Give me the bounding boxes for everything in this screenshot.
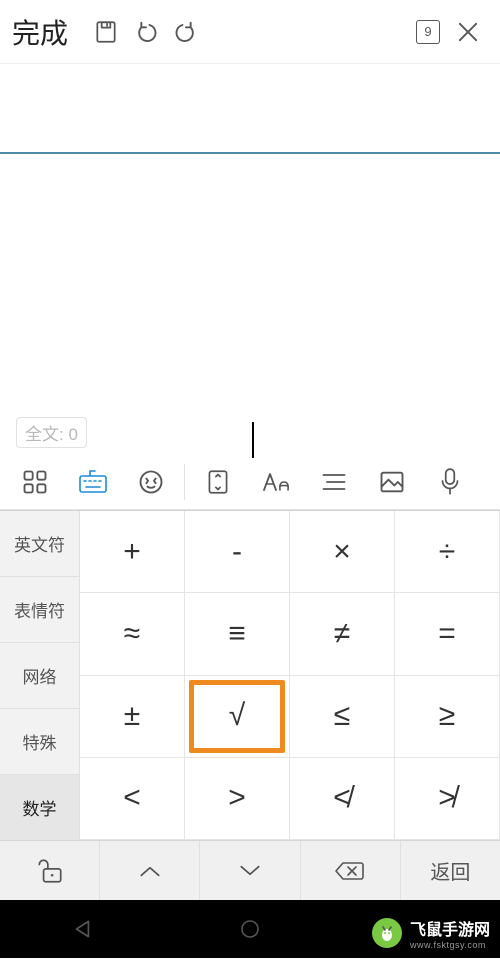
key-gte[interactable]: ≥ xyxy=(395,676,500,758)
backspace-key[interactable] xyxy=(301,841,401,900)
nav-back-button[interactable] xyxy=(59,905,107,953)
fullscreen-button[interactable] xyxy=(189,454,247,510)
tab-math[interactable]: 数学 xyxy=(0,775,80,840)
chevron-up-icon xyxy=(137,862,163,880)
align-lines-icon xyxy=(320,470,348,494)
page-number-badge: 9 xyxy=(416,20,440,44)
voice-input-button[interactable] xyxy=(421,454,479,510)
collapse-up-key[interactable] xyxy=(100,841,200,900)
text-aa-icon xyxy=(261,469,291,495)
close-button[interactable] xyxy=(448,12,488,52)
mascot-icon xyxy=(372,918,402,948)
text-style-button[interactable] xyxy=(247,454,305,510)
key-approx[interactable]: ≈ xyxy=(80,593,185,675)
symbol-key-grid: + - × ÷ ≈ ≡ ≠ = ± √ ≤ ≥ < > ≮ ≯ xyxy=(80,511,500,840)
page-info-button[interactable]: 9 xyxy=(408,12,448,52)
image-icon xyxy=(378,469,406,495)
toolbar-divider xyxy=(184,464,185,500)
undo-button[interactable] xyxy=(126,12,166,52)
symbol-keyboard: 英文符 表情符 网络 特殊 数学 + - × ÷ ≈ ≡ ≠ = ± √ ≤ ≥… xyxy=(0,510,500,840)
editor-top-toolbar: 完成 9 xyxy=(0,0,500,64)
keyboard-toggle-button[interactable] xyxy=(64,454,122,510)
emoji-face-icon xyxy=(137,468,165,496)
key-greater-than[interactable]: > xyxy=(185,758,290,840)
site-watermark: 飞鼠手游网 www.fsktgsy.com xyxy=(332,910,500,956)
watermark-url: www.fsktgsy.com xyxy=(410,940,490,950)
android-nav-bar: 飞鼠手游网 www.fsktgsy.com xyxy=(0,900,500,958)
floppy-disk-icon xyxy=(93,19,119,45)
word-count-label: 全文: 0 xyxy=(16,417,87,448)
apps-button[interactable] xyxy=(6,454,64,510)
key-not-less-than[interactable]: ≮ xyxy=(290,758,395,840)
key-square-root[interactable]: √ xyxy=(185,676,290,758)
key-lte[interactable]: ≤ xyxy=(290,676,395,758)
nav-home-button[interactable] xyxy=(226,905,274,953)
expand-down-key[interactable] xyxy=(200,841,300,900)
insert-image-button[interactable] xyxy=(363,454,421,510)
title-field[interactable] xyxy=(0,64,500,154)
redo-icon xyxy=(172,18,200,46)
unlock-icon xyxy=(35,857,65,885)
body-field[interactable]: 全文: 0 xyxy=(0,154,500,454)
text-cursor xyxy=(252,422,254,458)
key-plus-minus[interactable]: ± xyxy=(80,676,185,758)
save-button[interactable] xyxy=(86,12,126,52)
emoji-button[interactable] xyxy=(122,454,180,510)
microphone-icon xyxy=(439,467,461,497)
key-not-equal[interactable]: ≠ xyxy=(290,593,395,675)
editor-area[interactable]: 全文: 0 xyxy=(0,64,500,454)
nav-home-circle-icon xyxy=(238,917,262,941)
tab-special[interactable]: 特殊 xyxy=(0,709,80,775)
key-multiply[interactable]: × xyxy=(290,511,395,593)
close-icon xyxy=(454,18,482,46)
key-divide[interactable]: ÷ xyxy=(395,511,500,593)
key-plus[interactable]: + xyxy=(80,511,185,593)
undo-icon xyxy=(132,18,160,46)
keyboard-icon xyxy=(77,467,109,497)
symbol-category-tabs: 英文符 表情符 网络 特殊 数学 xyxy=(0,511,80,840)
key-not-greater-than[interactable]: ≯ xyxy=(395,758,500,840)
watermark-brand: 飞鼠手游网 xyxy=(410,922,490,939)
format-toolbar xyxy=(0,454,500,510)
key-minus[interactable]: - xyxy=(185,511,290,593)
nav-back-triangle-icon xyxy=(70,916,96,942)
tab-emoticons[interactable]: 表情符 xyxy=(0,577,80,643)
return-key[interactable]: 返回 xyxy=(401,841,500,900)
chevron-down-icon xyxy=(237,862,263,880)
key-identical[interactable]: ≡ xyxy=(185,593,290,675)
apps-grid-icon xyxy=(21,468,49,496)
lock-toggle-key[interactable] xyxy=(0,841,100,900)
paragraph-align-button[interactable] xyxy=(305,454,363,510)
backspace-icon xyxy=(333,859,367,883)
key-less-than[interactable]: < xyxy=(80,758,185,840)
expand-vertical-icon xyxy=(205,467,231,497)
redo-button[interactable] xyxy=(166,12,206,52)
done-button[interactable]: 完成 xyxy=(12,12,68,52)
key-equal[interactable]: = xyxy=(395,593,500,675)
keyboard-bottom-row: 返回 xyxy=(0,840,500,900)
tab-english-symbols[interactable]: 英文符 xyxy=(0,511,80,577)
tab-network[interactable]: 网络 xyxy=(0,643,80,709)
